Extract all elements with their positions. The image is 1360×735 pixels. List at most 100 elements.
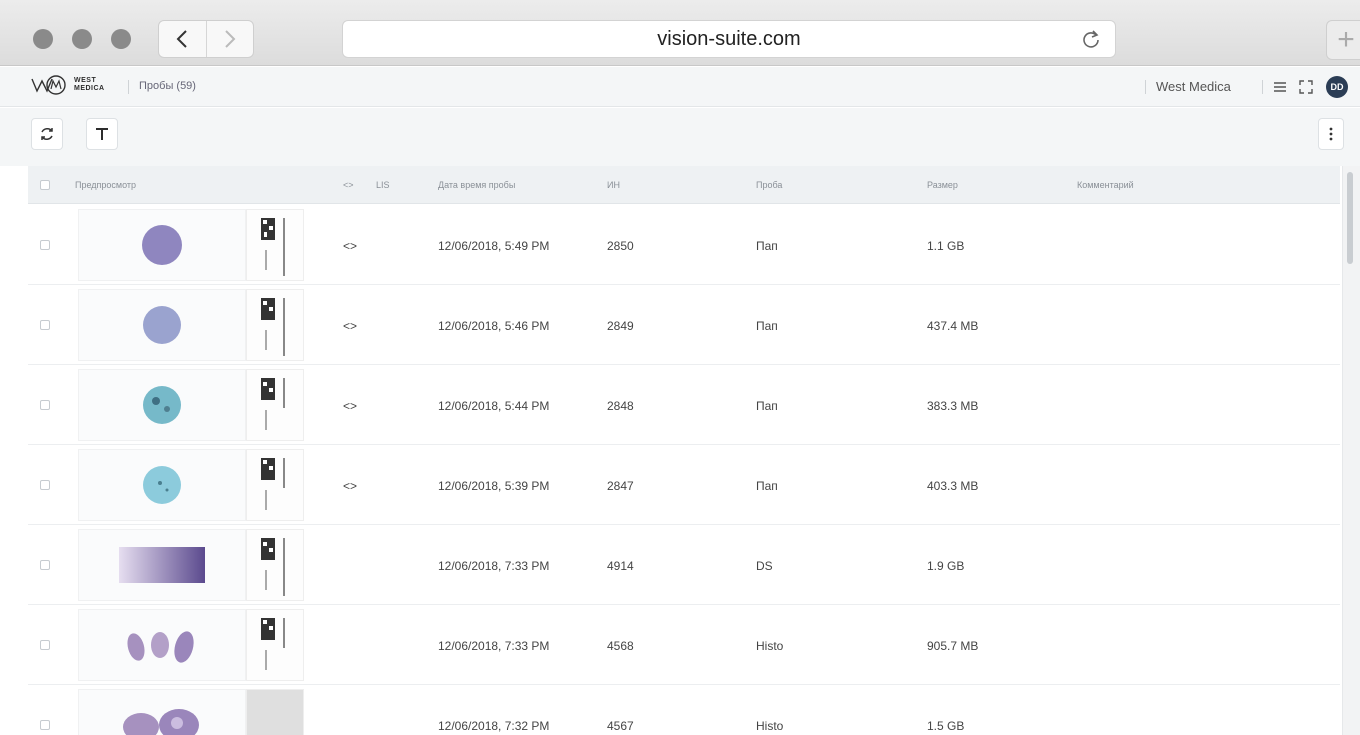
filter-icon — [96, 128, 108, 140]
column-header-view[interactable]: <> — [343, 180, 354, 190]
view-link[interactable]: <> — [343, 319, 357, 333]
chevron-left-icon — [176, 30, 187, 48]
row-checkbox[interactable] — [40, 400, 50, 410]
slide-thumbnail-icon — [143, 466, 181, 504]
slide-label-barcode — [246, 449, 304, 521]
samples-table: Предпросмотр <> LIS Дата время пробы ИН … — [28, 166, 1340, 735]
table-header: Предпросмотр <> LIS Дата время пробы ИН … — [28, 166, 1340, 204]
row-size: 437.4 MB — [927, 319, 979, 333]
table-row[interactable]: 12/06/2018, 7:33 PM 4568 Histo 905.7 MB — [28, 605, 1340, 685]
slide-preview[interactable] — [78, 289, 246, 361]
slide-preview[interactable] — [78, 609, 246, 681]
slide-preview[interactable] — [78, 369, 246, 441]
slide-label-placeholder — [246, 689, 304, 735]
slide-preview[interactable] — [78, 689, 246, 735]
row-sample: Пап — [756, 479, 778, 493]
refresh-button[interactable] — [31, 118, 63, 150]
view-link[interactable]: <> — [343, 399, 357, 413]
slide-thumbnail-icon — [123, 709, 199, 735]
row-id: 2848 — [607, 399, 634, 413]
maximize-window-button[interactable] — [111, 29, 131, 49]
history-nav — [158, 20, 254, 58]
new-tab-button[interactable]: + — [1326, 20, 1360, 60]
column-header-comment[interactable]: Комментарий — [1077, 180, 1134, 190]
table-row[interactable]: <> 12/06/2018, 5:44 PM 2848 Пап 383.3 MB — [28, 365, 1340, 445]
table-scrollbar[interactable] — [1342, 166, 1360, 735]
row-checkbox[interactable] — [40, 560, 50, 570]
logo-text-bottom: MEDICA — [74, 85, 105, 92]
row-datetime: 12/06/2018, 7:33 PM — [438, 559, 550, 573]
table-row[interactable]: <> 12/06/2018, 5:49 PM 2850 Пап 1.1 GB — [28, 205, 1340, 285]
column-header-preview[interactable]: Предпросмотр — [75, 180, 136, 190]
back-button[interactable] — [159, 21, 206, 57]
column-header-size[interactable]: Размер — [927, 180, 958, 190]
slide-preview[interactable] — [78, 449, 246, 521]
slide-thumbnail-icon — [119, 547, 205, 583]
barcode-icon — [261, 378, 285, 430]
minimize-window-button[interactable] — [72, 29, 92, 49]
row-size: 1.1 GB — [927, 239, 965, 253]
row-id: 4914 — [607, 559, 634, 573]
slide-label-barcode — [246, 529, 304, 601]
list-view-icon[interactable] — [1272, 79, 1288, 95]
west-medica-logo[interactable]: WEST MEDICA — [30, 74, 105, 96]
row-checkbox[interactable] — [40, 320, 50, 330]
view-link[interactable]: <> — [343, 479, 357, 493]
row-size: 1.5 GB — [927, 719, 965, 733]
barcode-icon — [261, 218, 285, 276]
slide-thumbnail-icon — [142, 225, 182, 265]
row-size: 403.3 MB — [927, 479, 979, 493]
chevron-right-icon — [225, 30, 236, 48]
more-options-button[interactable] — [1318, 118, 1344, 150]
view-link[interactable]: <> — [343, 239, 357, 253]
organization-name[interactable]: West Medica — [1156, 79, 1231, 94]
slide-label-barcode — [246, 369, 304, 441]
slide-label-barcode — [246, 609, 304, 681]
table-row[interactable]: <> 12/06/2018, 5:39 PM 2847 Пап 403.3 MB — [28, 445, 1340, 525]
table-toolbar — [0, 108, 1360, 166]
select-all-checkbox[interactable] — [40, 180, 50, 190]
plus-icon: + — [1337, 23, 1355, 56]
url-text: vision-suite.com — [657, 27, 801, 50]
row-checkbox[interactable] — [40, 720, 50, 730]
header-divider — [1262, 80, 1263, 94]
row-checkbox[interactable] — [40, 480, 50, 490]
row-datetime: 12/06/2018, 5:46 PM — [438, 319, 550, 333]
table-row[interactable]: <> 12/06/2018, 5:46 PM 2849 Пап 437.4 MB — [28, 285, 1340, 365]
column-header-id[interactable]: ИН — [607, 180, 620, 190]
filter-button[interactable] — [86, 118, 118, 150]
column-header-lis[interactable]: LIS — [376, 180, 390, 190]
row-sample: Пап — [756, 239, 778, 253]
row-datetime: 12/06/2018, 7:33 PM — [438, 639, 550, 653]
row-sample: DS — [756, 559, 773, 573]
reload-icon[interactable] — [1081, 29, 1101, 49]
address-bar[interactable]: vision-suite.com — [342, 20, 1116, 58]
fullscreen-icon[interactable] — [1298, 79, 1314, 95]
row-checkbox[interactable] — [40, 240, 50, 250]
row-datetime: 12/06/2018, 5:44 PM — [438, 399, 550, 413]
slide-preview[interactable] — [78, 209, 246, 281]
row-sample: Histo — [756, 639, 784, 653]
table-row[interactable]: 12/06/2018, 7:33 PM 4914 DS 1.9 GB — [28, 525, 1340, 605]
column-header-sample[interactable]: Проба — [756, 180, 782, 190]
kebab-menu-icon — [1329, 127, 1333, 141]
row-size: 905.7 MB — [927, 639, 979, 653]
scrollbar-thumb[interactable] — [1347, 172, 1353, 264]
table-row[interactable]: 12/06/2018, 7:32 PM 4567 Histo 1.5 GB — [28, 685, 1340, 735]
forward-button[interactable] — [205, 21, 254, 57]
barcode-icon — [261, 298, 285, 356]
slide-preview[interactable] — [78, 529, 246, 601]
row-datetime: 12/06/2018, 5:49 PM — [438, 239, 550, 253]
barcode-icon — [261, 618, 285, 670]
close-window-button[interactable] — [33, 29, 53, 49]
barcode-icon — [261, 538, 285, 596]
breadcrumb-samples[interactable]: Пробы (59) — [139, 80, 196, 92]
row-size: 383.3 MB — [927, 399, 979, 413]
barcode-icon — [261, 458, 285, 510]
row-checkbox[interactable] — [40, 640, 50, 650]
browser-toolbar: vision-suite.com + — [0, 0, 1360, 66]
column-header-datetime[interactable]: Дата время пробы — [438, 180, 515, 190]
logo-mark-icon — [31, 75, 66, 95]
slide-thumbnail-icon — [127, 631, 194, 663]
user-avatar[interactable]: DD — [1326, 76, 1348, 98]
